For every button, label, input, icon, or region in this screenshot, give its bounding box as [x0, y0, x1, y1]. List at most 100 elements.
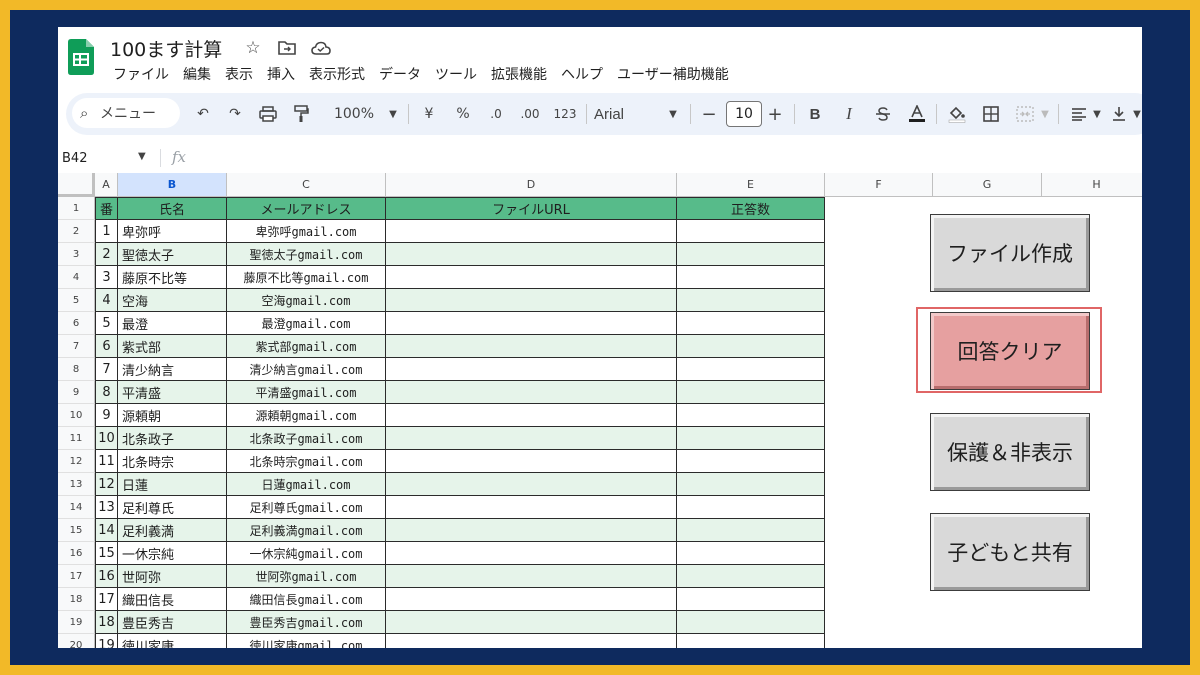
cell-score[interactable]	[677, 404, 825, 427]
cell-name[interactable]: 藤原不比等	[118, 266, 227, 289]
percent-format-button[interactable]: %	[450, 93, 476, 135]
row-header[interactable]: 11	[58, 427, 95, 450]
cell-file-url[interactable]	[386, 358, 677, 381]
protect-hide-button[interactable]: 保護＆非表示	[930, 413, 1090, 491]
column-header-f[interactable]: F	[825, 173, 933, 197]
cell-name[interactable]: 源頼朝	[118, 404, 227, 427]
menu-search[interactable]: ⌕ メニュー	[72, 98, 180, 128]
cell-no[interactable]: 16	[95, 565, 118, 588]
fill-color-icon[interactable]	[944, 93, 970, 135]
cell-score[interactable]	[677, 427, 825, 450]
zoom-select[interactable]: 100%	[322, 93, 386, 135]
cell-file-url[interactable]	[386, 220, 677, 243]
text-color-icon[interactable]	[904, 93, 930, 135]
menu-edit[interactable]: 編集	[183, 64, 211, 84]
header-cell-file-url[interactable]: ファイルURL	[386, 197, 677, 220]
cell-score[interactable]	[677, 289, 825, 312]
cell-email[interactable]: 徳川家康gmail.com	[227, 634, 386, 648]
row-header[interactable]: 2	[58, 220, 95, 243]
row-header[interactable]: 12	[58, 450, 95, 473]
menu-accessibility[interactable]: ユーザー補助機能	[617, 64, 729, 84]
menu-tools[interactable]: ツール	[435, 64, 477, 84]
cell-name[interactable]: 卑弥呼	[118, 220, 227, 243]
cell-name[interactable]: 織田信長	[118, 588, 227, 611]
currency-format-button[interactable]: ¥	[416, 93, 442, 135]
document-title[interactable]: 100ます計算	[110, 35, 222, 62]
vertical-align-icon[interactable]	[1106, 93, 1132, 135]
cell-file-url[interactable]	[386, 634, 677, 648]
cell-no[interactable]: 8	[95, 381, 118, 404]
cell-name[interactable]: 日蓮	[118, 473, 227, 496]
menu-view[interactable]: 表示	[225, 64, 253, 84]
cell-file-url[interactable]	[386, 588, 677, 611]
column-header-a[interactable]: A	[95, 173, 118, 197]
cell-no[interactable]: 7	[95, 358, 118, 381]
cell-no[interactable]: 2	[95, 243, 118, 266]
cell-no[interactable]: 13	[95, 496, 118, 519]
cell-file-url[interactable]	[386, 473, 677, 496]
row-header[interactable]: 20	[58, 634, 95, 648]
cell-file-url[interactable]	[386, 519, 677, 542]
header-cell-name[interactable]: 氏名	[118, 197, 227, 220]
cell-score[interactable]	[677, 611, 825, 634]
strikethrough-icon[interactable]	[870, 93, 896, 135]
header-cell-no[interactable]: 番	[95, 197, 118, 220]
italic-button[interactable]: I	[836, 93, 862, 135]
cell-score[interactable]	[677, 565, 825, 588]
cell-file-url[interactable]	[386, 496, 677, 519]
row-header[interactable]: 7	[58, 335, 95, 358]
cell-score[interactable]	[677, 358, 825, 381]
cell-name[interactable]: 聖徳太子	[118, 243, 227, 266]
merge-cells-icon[interactable]	[1012, 93, 1038, 135]
font-dropdown-icon[interactable]: ▼	[666, 93, 680, 135]
cell-score[interactable]	[677, 243, 825, 266]
cell-name[interactable]: 清少納言	[118, 358, 227, 381]
cell-email[interactable]: 一休宗純gmail.com	[227, 542, 386, 565]
cell-file-url[interactable]	[386, 335, 677, 358]
cell-no[interactable]: 18	[95, 611, 118, 634]
cell-score[interactable]	[677, 220, 825, 243]
zoom-dropdown-icon[interactable]: ▼	[386, 93, 400, 135]
cell-file-url[interactable]	[386, 266, 677, 289]
cell-no[interactable]: 3	[95, 266, 118, 289]
cell-email[interactable]: 足利尊氏gmail.com	[227, 496, 386, 519]
cell-email[interactable]: 北条時宗gmail.com	[227, 450, 386, 473]
cell-email[interactable]: 豊臣秀吉gmail.com	[227, 611, 386, 634]
star-icon[interactable]: ☆	[242, 37, 264, 59]
undo-icon[interactable]: ↶	[190, 93, 216, 135]
cell-file-url[interactable]	[386, 450, 677, 473]
cell-file-url[interactable]	[386, 312, 677, 335]
cell-file-url[interactable]	[386, 243, 677, 266]
cell-file-url[interactable]	[386, 565, 677, 588]
cell-no[interactable]: 17	[95, 588, 118, 611]
row-header[interactable]: 6	[58, 312, 95, 335]
column-header-g[interactable]: G	[933, 173, 1042, 197]
cell-score[interactable]	[677, 542, 825, 565]
merge-dropdown-icon[interactable]: ▼	[1038, 93, 1052, 135]
cell-no[interactable]: 11	[95, 450, 118, 473]
cell-file-url[interactable]	[386, 404, 677, 427]
cell-name[interactable]: 平清盛	[118, 381, 227, 404]
bold-button[interactable]: B	[802, 93, 828, 135]
cell-email[interactable]: 源頼朝gmail.com	[227, 404, 386, 427]
menu-file[interactable]: ファイル	[113, 64, 169, 84]
column-header-d[interactable]: D	[386, 173, 677, 197]
cell-name[interactable]: 一休宗純	[118, 542, 227, 565]
cell-score[interactable]	[677, 519, 825, 542]
cell-no[interactable]: 14	[95, 519, 118, 542]
row-header[interactable]: 1	[58, 197, 95, 220]
cell-email[interactable]: 卑弥呼gmail.com	[227, 220, 386, 243]
clear-answers-button[interactable]: 回答クリア	[930, 312, 1090, 390]
cell-no[interactable]: 10	[95, 427, 118, 450]
align-dropdown-icon[interactable]: ▼	[1090, 93, 1104, 135]
move-folder-icon[interactable]	[276, 37, 298, 59]
select-all-corner[interactable]	[58, 173, 95, 197]
header-cell-score[interactable]: 正答数	[677, 197, 825, 220]
menu-insert[interactable]: 挿入	[267, 64, 295, 84]
cell-file-url[interactable]	[386, 381, 677, 404]
cell-name[interactable]: 足利義満	[118, 519, 227, 542]
cell-name[interactable]: 空海	[118, 289, 227, 312]
cell-score[interactable]	[677, 496, 825, 519]
cell-name[interactable]: 足利尊氏	[118, 496, 227, 519]
cell-email[interactable]: 織田信長gmail.com	[227, 588, 386, 611]
